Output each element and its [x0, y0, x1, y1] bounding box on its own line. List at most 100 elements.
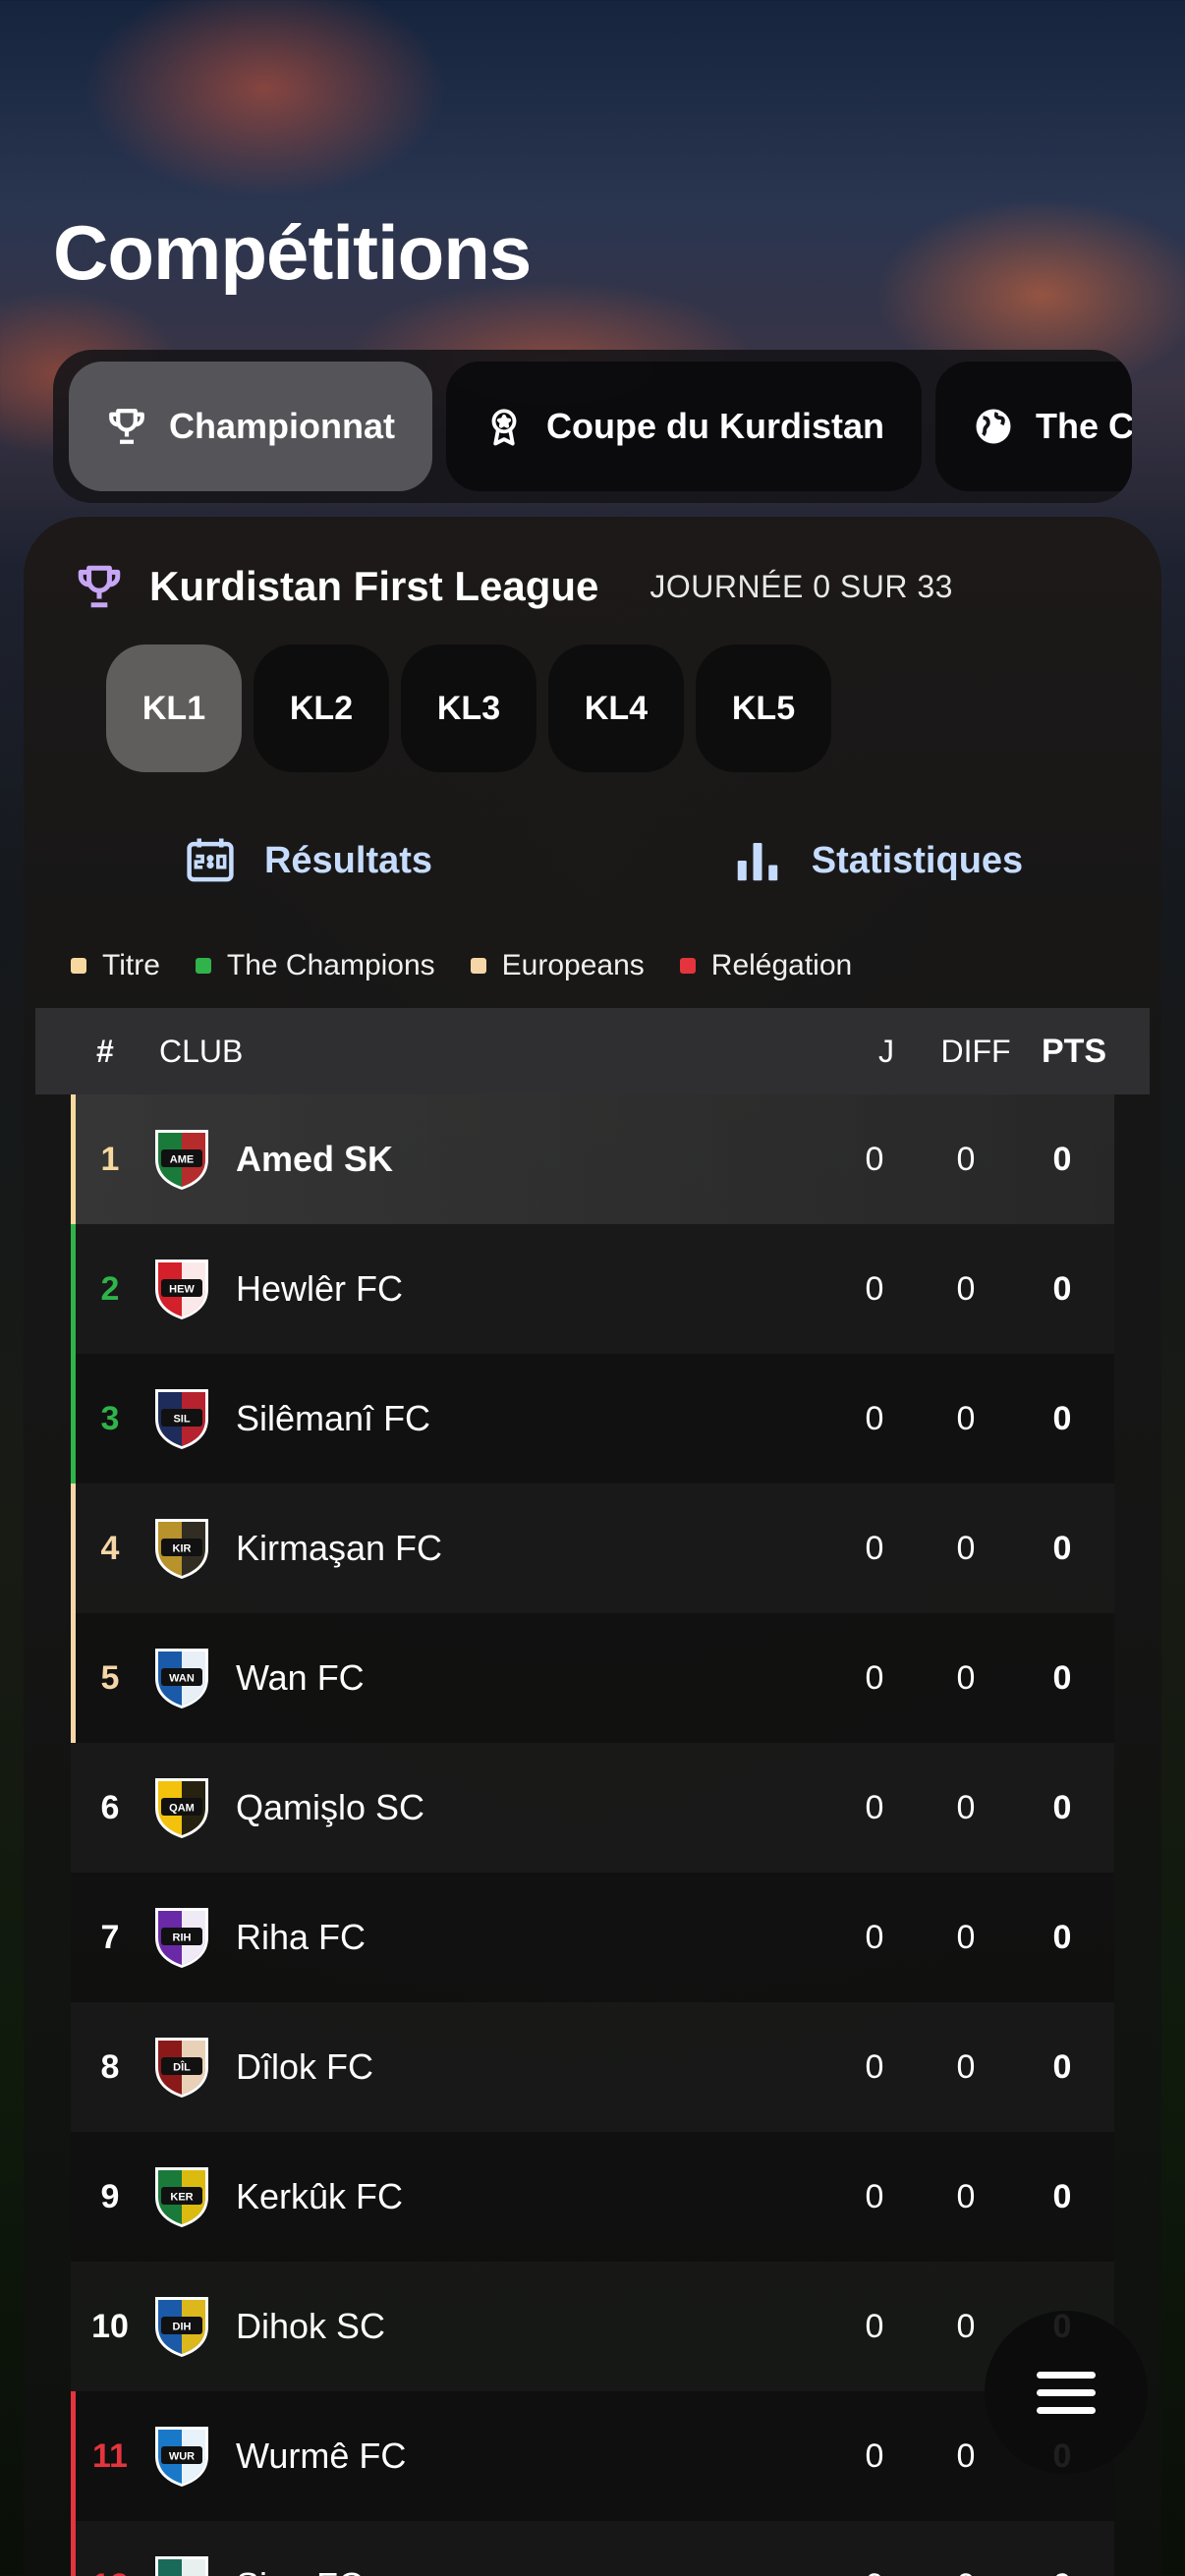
cell-points: 0 — [1052, 1269, 1072, 1308]
cell-played: 0 — [865, 2307, 884, 2345]
table-row[interactable]: 4 KIR Kirmaşan FC 0 0 0 — [71, 1484, 1114, 1613]
club-name[interactable]: Amed SK — [236, 1139, 393, 1180]
cell-points: 0 — [1018, 2567, 1106, 2576]
table-row[interactable]: 5 WAN Wan FC 0 0 0 — [71, 1613, 1114, 1743]
table-row[interactable]: 10 DIH Dihok SC000 — [71, 2262, 1114, 2391]
cell-points: 0 — [1052, 1788, 1072, 1826]
legend-label: The Champions — [226, 949, 435, 981]
table-row[interactable]: 7 RIH Riha FC 0 0 0 — [71, 1873, 1114, 2002]
cell-played: 0 — [865, 1788, 884, 1826]
league-name: Kurdistan First League — [149, 563, 599, 609]
table-row[interactable]: 2 HEW Hewlêr FC 0 0 0 — [71, 1224, 1114, 1354]
legend-item-champions: The Champions — [195, 949, 435, 982]
globe-icon — [976, 409, 1011, 444]
header-played: J — [878, 1033, 894, 1069]
cell-played: 0 — [865, 2047, 884, 2086]
crest-abbr: HEW — [169, 1284, 195, 1296]
cell-played: 0 — [865, 1918, 884, 1956]
table-row[interactable]: 3 SIL Silêmanî FC 0 0 0 — [71, 1354, 1114, 1484]
cell-points: 0 — [1052, 1140, 1072, 1178]
cell-played: 0 — [857, 2567, 892, 2576]
stats-button[interactable]: Statistiques — [592, 821, 1161, 900]
division-kl4[interactable]: KL4 — [548, 644, 684, 772]
division-kl3[interactable]: KL3 — [401, 644, 536, 772]
table-row[interactable]: 11 WUR Wurmê FC000 — [71, 2391, 1114, 2521]
row-position: 12 — [71, 2567, 149, 2576]
crest-abbr: KER — [170, 2192, 193, 2204]
crest-abbr: WAN — [169, 1673, 195, 1685]
table-row[interactable]: 12 SIN Sine FC000 — [71, 2521, 1114, 2576]
results-label: Résultats — [263, 839, 433, 881]
legend-swatch — [470, 958, 486, 974]
cell-diff: 0 — [956, 2307, 976, 2345]
league-header: Kurdistan First League JOURNÉE 0 SUR 33 — [75, 562, 953, 611]
stats-label: Statistiques — [811, 839, 1024, 881]
cell-played: 0 — [865, 1269, 884, 1308]
cell-played: 0 — [865, 1399, 884, 1437]
tab-label: Championnat — [169, 406, 395, 446]
club-crest-icon: WAN — [155, 1649, 208, 1708]
cell-diff: 0 — [956, 1788, 976, 1826]
legend-label: Titre — [102, 949, 160, 981]
row-position: 2 — [100, 1269, 120, 1308]
crest-abbr: DÎL — [173, 2061, 191, 2074]
cell-diff: 0 — [956, 1658, 976, 1697]
cell-diff: 0 — [956, 2177, 976, 2215]
view-actions: Résultats Statistiques — [24, 821, 1161, 900]
club-name[interactable]: Wurmê FC — [236, 2436, 406, 2477]
row-position: 1 — [100, 1140, 120, 1178]
club-crest-icon: RIH — [155, 1908, 208, 1968]
legend-item-europeans: Europeans — [470, 949, 645, 982]
crest-abbr: DIH — [173, 2322, 192, 2333]
header-club: CLUB — [159, 1033, 244, 1069]
row-position: 9 — [100, 2177, 120, 2215]
menu-icon-line — [1037, 2371, 1096, 2379]
header-position: # — [96, 1033, 114, 1069]
legend-item-titre: Titre — [71, 949, 160, 982]
club-name[interactable]: Dîlok FC — [236, 2046, 373, 2088]
club-name[interactable]: Hewlêr FC — [236, 1268, 403, 1310]
legend-swatch — [71, 958, 86, 974]
club-crest-icon: KIR — [155, 1519, 208, 1579]
division-kl5[interactable]: KL5 — [696, 644, 831, 772]
club-name[interactable]: Sine FC — [236, 2565, 364, 2576]
page-title: Compétitions — [53, 209, 532, 296]
table-row[interactable]: 9 KER Kerkûk FC 0 0 0 — [71, 2132, 1114, 2262]
cell-diff: 0 — [956, 1140, 976, 1178]
table-row[interactable]: 8 DÎL Dîlok FC 0 0 0 — [71, 2002, 1114, 2132]
crest-abbr: QAM — [169, 1803, 195, 1815]
tab-championnat[interactable]: Championnat — [69, 362, 432, 491]
table-row[interactable]: 6 QAM Qamişlo SC 0 0 0 — [71, 1743, 1114, 1873]
cell-diff: 0 — [956, 1529, 976, 1567]
club-name[interactable]: Silêmanî FC — [236, 1398, 430, 1439]
row-position: 5 — [100, 1658, 120, 1697]
legend-label: Relégation — [710, 949, 853, 981]
club-name[interactable]: Kerkûk FC — [236, 2176, 403, 2217]
division-kl2[interactable]: KL2 — [254, 644, 389, 772]
row-position: 11 — [92, 2436, 128, 2475]
club-crest-icon: SIN — [155, 2556, 208, 2576]
league-round: JOURNÉE 0 SUR 33 — [649, 568, 953, 604]
cell-played: 0 — [865, 1529, 884, 1567]
zone-legend: Titre The Champions Europeans Relégation — [71, 949, 852, 982]
tab-the-champions[interactable]: The Champions — [935, 362, 1132, 491]
menu-button[interactable] — [985, 2311, 1148, 2474]
cell-diff: 0 — [956, 2047, 976, 2086]
club-name[interactable]: Dihok SC — [236, 2306, 385, 2347]
club-name[interactable]: Riha FC — [236, 1917, 366, 1958]
table-row[interactable]: 1 AME Amed SK 0 0 0 — [71, 1094, 1114, 1224]
cell-diff: 0 — [956, 1269, 976, 1308]
club-name[interactable]: Qamişlo SC — [236, 1787, 424, 1828]
club-name[interactable]: Kirmaşan FC — [236, 1528, 442, 1569]
club-crest-icon: AME — [155, 1130, 208, 1190]
division-kl1[interactable]: KL1 — [106, 644, 242, 772]
cell-played: 0 — [865, 2436, 884, 2475]
tab-label: The Champions — [1036, 406, 1132, 446]
tab-coupe[interactable]: Coupe du Kurdistan — [446, 362, 922, 491]
club-crest-icon: KER — [155, 2167, 208, 2227]
results-button[interactable]: Résultats — [24, 821, 592, 900]
tab-label: Coupe du Kurdistan — [546, 406, 884, 446]
club-name[interactable]: Wan FC — [236, 1657, 365, 1699]
header-diff: DIFF — [940, 1033, 1011, 1069]
club-crest-icon: HEW — [155, 1260, 208, 1319]
